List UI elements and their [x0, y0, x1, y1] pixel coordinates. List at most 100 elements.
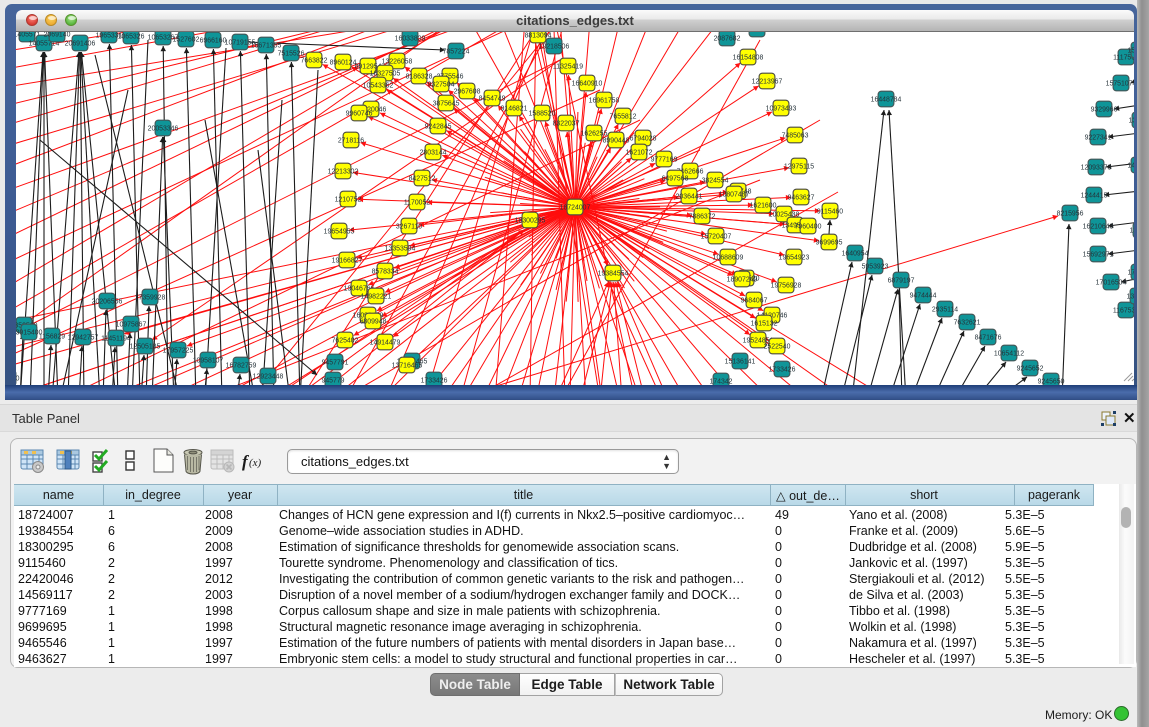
svg-text:1733426: 1733426 — [769, 366, 796, 373]
svg-text:15720407: 15720407 — [701, 233, 732, 240]
svg-text:7515526: 7515526 — [278, 50, 305, 57]
svg-text:170105: 170105 — [1128, 269, 1135, 276]
svg-text:15751074: 15751074 — [1106, 80, 1134, 87]
svg-text:12975115: 12975115 — [784, 163, 814, 170]
svg-text:9457791: 9457791 — [322, 359, 349, 366]
svg-text:14914479: 14914479 — [370, 339, 401, 346]
svg-text:1640954: 1640954 — [842, 250, 869, 257]
svg-text:16640910: 16640910 — [572, 80, 603, 87]
svg-text:9329966: 9329966 — [1091, 106, 1118, 113]
svg-text:16448784: 16448784 — [871, 96, 902, 103]
svg-text:7485063: 7485063 — [782, 132, 809, 139]
svg-text:16154808: 16154808 — [733, 54, 764, 61]
svg-text:12505185: 12505185 — [130, 343, 161, 350]
svg-text:7857224: 7857224 — [443, 48, 470, 55]
svg-text:16782759: 16782759 — [226, 362, 257, 369]
svg-text:945779: 945779 — [322, 377, 345, 384]
svg-text:10958107: 10958107 — [193, 357, 224, 364]
svg-text:12942757: 12942757 — [68, 334, 99, 341]
svg-text:13353594: 13353594 — [385, 245, 416, 252]
svg-text:1167530: 1167530 — [1113, 307, 1134, 314]
svg-text:134443: 134443 — [1129, 117, 1135, 124]
svg-text:9146821: 9146821 — [501, 105, 528, 112]
svg-text:11543408: 11543408 — [742, 32, 772, 33]
svg-text:9684067: 9684067 — [741, 297, 768, 304]
svg-text:16961758: 16961758 — [589, 97, 620, 104]
svg-text:19756928: 19756928 — [771, 282, 802, 289]
svg-text:2935114: 2935114 — [932, 306, 958, 313]
svg-text:16671355: 16671355 — [251, 42, 282, 49]
svg-text:9245652: 9245652 — [1017, 365, 1044, 372]
svg-text:15136141: 15136141 — [725, 358, 756, 365]
svg-text:2069140: 2069140 — [44, 32, 71, 38]
svg-text:12923448: 12923448 — [253, 373, 284, 380]
svg-text:5953923: 5953923 — [862, 263, 889, 270]
svg-text:9245650: 9245650 — [1038, 378, 1065, 385]
svg-text:18724007: 18724007 — [560, 204, 591, 211]
svg-text:19384554: 19384554 — [598, 270, 629, 277]
svg-text:9242845: 9242845 — [425, 123, 452, 130]
svg-text:3875645: 3875645 — [433, 100, 460, 107]
svg-text:7886372: 7886372 — [689, 213, 716, 220]
svg-text:6809948: 6809948 — [360, 318, 387, 325]
svg-text:15692971: 15692971 — [1083, 251, 1114, 258]
svg-text:6794028: 6794028 — [630, 135, 657, 142]
svg-text:11325419: 11325419 — [553, 63, 583, 70]
svg-text:6966160: 6966160 — [200, 37, 227, 44]
svg-text:3824554: 3824554 — [702, 177, 729, 184]
svg-text:8215956: 8215956 — [1057, 210, 1084, 217]
svg-text:10807487: 10807487 — [719, 191, 750, 198]
svg-text:16210643: 16210643 — [1083, 223, 1114, 230]
svg-text:155750: 155750 — [1128, 47, 1135, 54]
svg-text:19218506: 19218506 — [539, 43, 570, 50]
svg-text:13226058: 13226058 — [382, 58, 413, 65]
svg-text:1588520: 1588520 — [529, 110, 556, 117]
svg-text:9699695: 9699695 — [816, 239, 843, 246]
svg-text:20206556: 20206556 — [92, 298, 123, 305]
svg-text:2087682: 2087682 — [714, 35, 741, 42]
svg-text:20053346: 20053346 — [148, 125, 179, 132]
svg-text:(x): (x) — [249, 457, 262, 469]
svg-text:10973493: 10973493 — [766, 105, 797, 112]
svg-text:9777169: 9777169 — [651, 156, 678, 163]
svg-text:7960400: 7960400 — [795, 223, 822, 230]
svg-text:3267110: 3267110 — [396, 223, 422, 230]
svg-text:174342: 174342 — [710, 378, 733, 385]
svg-text:8471676: 8471676 — [975, 334, 1002, 341]
svg-text:2718116: 2718116 — [338, 137, 364, 144]
svg-text:8578334: 8578334 — [372, 268, 399, 275]
svg-text:17957225: 17957225 — [163, 347, 194, 354]
svg-text:1210752: 1210752 — [335, 196, 362, 203]
svg-text:9463627: 9463627 — [788, 194, 815, 201]
svg-text:19166827: 19166827 — [332, 257, 363, 264]
svg-text:20691406: 20691406 — [65, 40, 96, 47]
svg-text:14982221: 14982221 — [361, 293, 392, 300]
svg-text:1626255: 1626255 — [581, 130, 608, 137]
svg-text:6497568: 6497568 — [662, 175, 689, 182]
svg-text:2522540: 2522540 — [764, 343, 791, 350]
svg-text:10543362: 10543362 — [363, 82, 394, 89]
svg-text:9227341: 9227341 — [1085, 134, 1112, 141]
svg-text:16033809: 16033809 — [395, 35, 426, 42]
svg-text:1621600: 1621600 — [750, 202, 777, 209]
svg-text:9960746: 9960746 — [346, 110, 373, 117]
svg-text:12213302: 12213302 — [328, 168, 359, 175]
svg-text:9327504: 9327504 — [428, 81, 455, 88]
svg-text:1170052: 1170052 — [404, 199, 430, 206]
svg-text:17359928: 17359928 — [135, 294, 166, 301]
svg-text:10654112: 10654112 — [994, 350, 1024, 357]
svg-text:1733426: 1733426 — [421, 377, 448, 384]
svg-text:8186328: 8186328 — [406, 73, 433, 80]
svg-text:8322037: 8322037 — [553, 120, 580, 127]
svg-text:1156829: 1156829 — [39, 333, 65, 340]
svg-text:11451194: 11451194 — [101, 335, 131, 342]
svg-text:9474444: 9474444 — [910, 292, 937, 299]
svg-text:9115460: 9115460 — [817, 208, 843, 215]
svg-text:7655812: 7655812 — [610, 113, 637, 120]
svg-text:793450: 793450 — [16, 375, 20, 382]
svg-text:17016504: 17016504 — [1096, 279, 1127, 286]
svg-text:8427512: 8427512 — [409, 175, 436, 182]
svg-text:18300295: 18300295 — [515, 217, 546, 224]
svg-text:12213967: 12213967 — [752, 78, 783, 85]
svg-text:1244415: 1244415 — [1081, 192, 1108, 199]
